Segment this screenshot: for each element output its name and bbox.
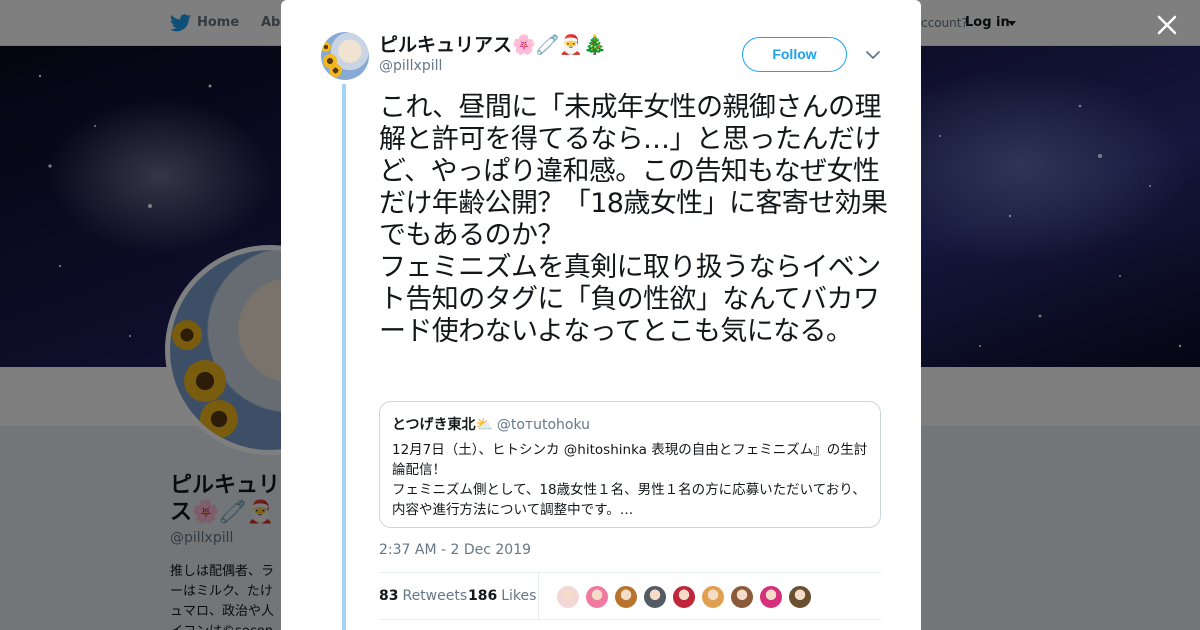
sunflower-decoration	[321, 42, 331, 52]
quoted-author-name: とつげき東北⛅	[392, 417, 493, 433]
sunflower-decoration	[329, 64, 342, 77]
tweet-modal: ピルキュリアス🌸🧷🎅🎄 @pillxpill Follow これ、昼間に「未成年…	[281, 0, 921, 630]
retweets-label: Retweets	[402, 588, 468, 604]
quoted-tweet-header: とつげき東北⛅ @tотutohoku	[392, 414, 868, 434]
tweet-timestamp[interactable]: 2:37 AM - 2 Dec 2019	[379, 542, 531, 558]
liker-avatar[interactable]	[642, 584, 668, 610]
likes-count: 186	[468, 588, 498, 604]
liker-avatar[interactable]	[787, 584, 813, 610]
quoted-tweet[interactable]: とつげき東北⛅ @tотutohoku 12月7日（土）、ヒトシンカ @hitos…	[379, 401, 881, 528]
liker-avatar[interactable]	[584, 584, 610, 610]
author-avatar[interactable]	[321, 32, 369, 80]
tweet-text: これ、昼間に「未成年女性の親御さんの理解と許可を得てるなら…」と思ったんだけど、…	[379, 92, 888, 347]
author-handle[interactable]: @pillxpill	[379, 58, 442, 74]
stats-divider	[538, 573, 539, 619]
follow-button[interactable]: Follow	[742, 37, 847, 72]
author-name[interactable]: ピルキュリアス🌸🧷🎅🎄	[379, 30, 607, 57]
liker-avatar[interactable]	[700, 584, 726, 610]
liker-avatar[interactable]	[613, 584, 639, 610]
tweet-stats: 83 Retweets 186 Likes	[379, 572, 881, 620]
likes-label: Likes	[501, 588, 537, 604]
retweets-stat[interactable]: 83 Retweets	[379, 588, 467, 604]
liker-avatar[interactable]	[729, 584, 755, 610]
quoted-author-handle: @tотutohoku	[496, 417, 591, 433]
chevron-down-icon[interactable]	[865, 47, 881, 63]
liker-avatar[interactable]	[758, 584, 784, 610]
liker-avatar[interactable]	[671, 584, 697, 610]
close-icon[interactable]	[1152, 10, 1182, 40]
retweets-count: 83	[379, 588, 399, 604]
quoted-tweet-text: 12月7日（土）、ヒトシンカ @hitoshinka 表現の自由とフェミニズム』…	[392, 442, 868, 518]
thread-line	[342, 84, 346, 630]
likes-stat[interactable]: 186 Likes	[468, 588, 536, 604]
liker-avatar[interactable]	[555, 584, 581, 610]
